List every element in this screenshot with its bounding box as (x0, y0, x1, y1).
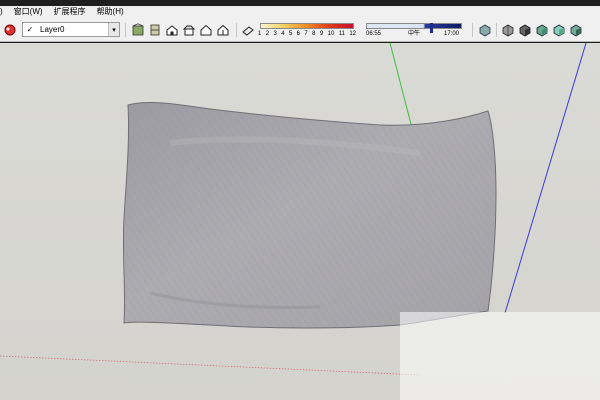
blue-axis (504, 43, 587, 314)
menu-item-extensions[interactable]: 扩展程序 (50, 6, 93, 18)
menu-bar: ) 窗口(W) 扩展程序 帮助(H) (0, 6, 600, 18)
month-label: 8 (312, 31, 316, 37)
month-label: 1 (258, 31, 262, 37)
month-slider[interactable]: 1 2 3 4 5 6 7 8 9 10 11 12 (258, 22, 356, 39)
style-wireframe-icon[interactable] (477, 22, 493, 38)
pillow-model[interactable] (122, 101, 497, 329)
menu-item-window[interactable]: 窗口(W) (10, 6, 50, 18)
time-noon: 中午 (408, 31, 421, 37)
month-label: 3 (273, 31, 277, 37)
time-track[interactable] (366, 23, 462, 33)
layer-check-icon: ✓ (26, 25, 34, 34)
watermark-overlay (400, 312, 600, 400)
month-labels: 1 2 3 4 5 6 7 8 9 10 11 12 (258, 30, 356, 38)
layer-color-icon[interactable] (2, 22, 18, 38)
month-label: 5 (288, 31, 293, 37)
style-hidden-line-icon[interactable] (500, 22, 516, 38)
time-start: 06:55 (366, 31, 382, 37)
month-label: 12 (349, 31, 356, 37)
style-monochrome-icon[interactable] (551, 22, 567, 38)
right-view-icon[interactable] (215, 22, 231, 38)
time-end: 17:00 (444, 31, 460, 37)
time-thumb[interactable] (430, 23, 433, 33)
shadow-toggle-icon[interactable] (240, 22, 256, 38)
warehouse-icon[interactable] (130, 22, 146, 38)
iso-view-icon[interactable] (164, 22, 180, 38)
red-axis (0, 355, 421, 376)
month-label: 2 (265, 31, 270, 37)
components-icon[interactable] (147, 22, 163, 38)
front-view-icon[interactable] (198, 22, 214, 38)
menu-item-partial[interactable]: ) (0, 6, 10, 18)
layer-select[interactable]: ✓ Layer0 ▾ (22, 22, 120, 37)
green-axis (389, 43, 413, 129)
month-track[interactable] (260, 23, 354, 29)
menu-item-help[interactable]: 帮助(H) (93, 6, 131, 18)
time-slider[interactable]: 06:55 中午 17:00 (364, 22, 464, 39)
month-label: 9 (319, 31, 324, 37)
chevron-down-icon[interactable]: ▾ (108, 23, 119, 36)
toolbar-divider (236, 23, 237, 37)
top-view-icon[interactable] (181, 22, 197, 38)
toolbar-divider (472, 23, 473, 37)
month-label: 6 (296, 31, 301, 37)
style-xray-icon[interactable] (568, 22, 584, 38)
style-shaded-icon[interactable] (517, 22, 533, 38)
month-label: 10 (327, 31, 335, 37)
month-label: 11 (338, 31, 345, 37)
month-label: 4 (281, 31, 285, 37)
style-textured-icon[interactable] (534, 22, 550, 38)
month-label: 7 (304, 31, 308, 37)
toolbar: ✓ Layer0 ▾ 1 2 3 4 5 6 7 8 9 10 11 12 06… (0, 18, 600, 42)
layer-name: Layer0 (40, 25, 65, 34)
toolbar-divider (125, 23, 126, 37)
toolbar-divider (496, 23, 497, 37)
